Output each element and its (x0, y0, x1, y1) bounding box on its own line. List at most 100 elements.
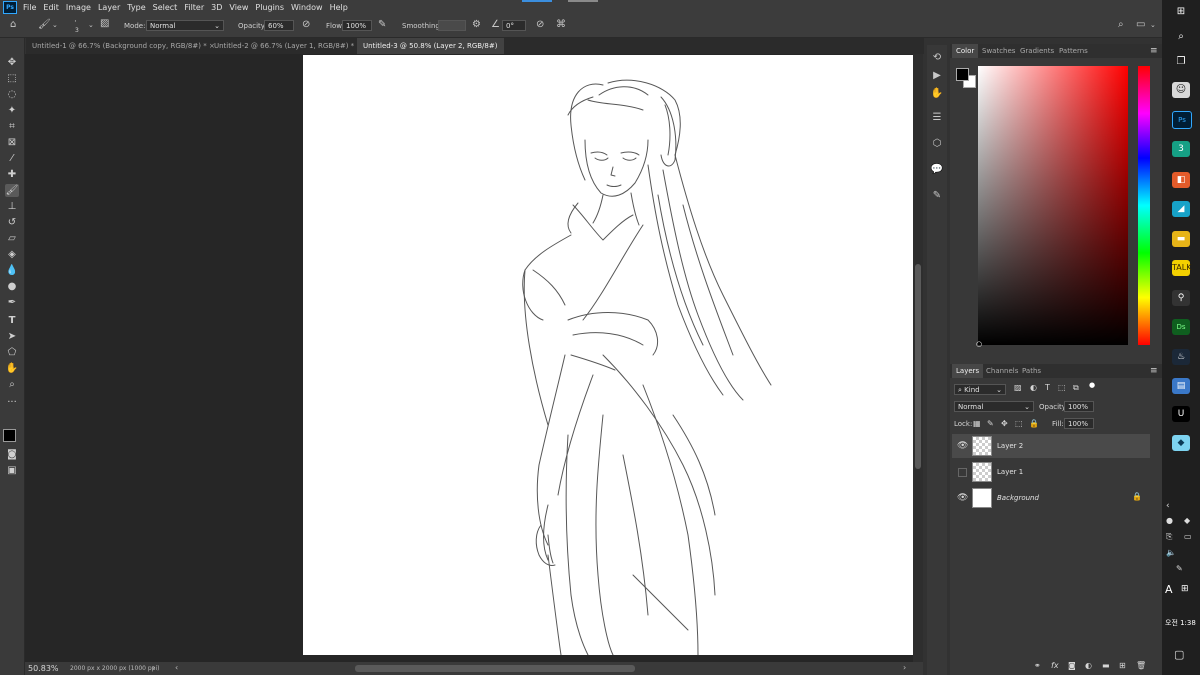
app-search-icon[interactable]: ⚲ (1172, 290, 1190, 306)
dreamweaver-icon[interactable]: Ds (1172, 319, 1190, 335)
tab-gradients[interactable]: Gradients (1016, 44, 1058, 58)
blur-tool-icon[interactable]: 💧 (5, 264, 19, 277)
file-explorer-icon[interactable]: ▬ (1172, 231, 1190, 247)
stamp-tool-icon[interactable]: ⊥ (5, 200, 19, 213)
scroll-right-icon[interactable]: › (903, 663, 906, 672)
hue-slider[interactable] (1138, 66, 1150, 345)
history-panel-icon[interactable]: ⟲ (930, 52, 944, 63)
actions-panel-icon[interactable]: ▶ (930, 70, 944, 81)
color-field[interactable] (978, 66, 1128, 345)
zoom-tool-icon[interactable]: ⌕ (5, 378, 19, 391)
crop-tool-icon[interactable]: ⌗ (5, 120, 19, 133)
tray-app-2-icon[interactable]: ◆ (1184, 516, 1190, 525)
brush-tool-icon[interactable]: 🖌 (5, 184, 19, 197)
gear-icon[interactable]: ⚙ (472, 19, 481, 31)
adjustment-layer-icon[interactable]: ◐ (1085, 661, 1092, 670)
tray-app-icon[interactable]: ● (1166, 516, 1173, 525)
fill-input[interactable]: 100% (1064, 418, 1094, 429)
filter-shape-icon[interactable]: ⬚ (1058, 383, 1066, 392)
brush-settings-panel-icon[interactable]: ✎ (930, 190, 944, 201)
menu-file[interactable]: File (23, 3, 36, 12)
keyboard-icon[interactable]: ⊞ (1181, 584, 1189, 594)
eraser-tool-icon[interactable]: ▱ (5, 232, 19, 245)
shape-tool-icon[interactable]: ⬠ (5, 346, 19, 359)
app-face-icon[interactable]: ☺ (1172, 82, 1190, 98)
filter-toggle-icon[interactable]: ● (1089, 381, 1095, 389)
office-icon[interactable]: ◧ (1172, 172, 1190, 188)
filter-pixel-icon[interactable]: ▨ (1014, 383, 1022, 392)
tab-layers[interactable]: Layers (952, 364, 984, 378)
pressure-opacity-icon[interactable]: ⊘ (302, 19, 310, 31)
home-icon[interactable]: ⌂ (10, 19, 16, 31)
zoom-level[interactable]: 50.83% (28, 664, 59, 673)
comments-panel-icon[interactable]: 💬 (930, 164, 944, 175)
menu-image[interactable]: Image (66, 3, 91, 12)
fx-icon[interactable]: fx (1051, 661, 1059, 670)
scroll-left-icon[interactable]: ‹ (175, 663, 178, 672)
document-canvas[interactable] (303, 55, 913, 655)
tray-chevron-icon[interactable]: ‹ (1166, 501, 1170, 511)
visibility-off-box[interactable] (958, 468, 967, 477)
app-paper-icon[interactable]: ◆ (1172, 435, 1190, 451)
smoothing-input[interactable] (438, 20, 466, 31)
pressure-size-icon[interactable]: ⊘ (536, 19, 544, 31)
symmetry-icon[interactable]: ⌘ (556, 19, 566, 31)
opacity-input[interactable]: 60% (264, 20, 294, 31)
lock-position-icon[interactable]: ✥ (1001, 419, 1008, 428)
pen-tray-icon[interactable]: ✎ (1176, 564, 1183, 573)
layers-panel-menu-icon[interactable]: ≡ (1150, 366, 1158, 376)
notifications-icon[interactable]: ▢ (1174, 648, 1184, 661)
chevron-down-icon[interactable]: ⌄ (52, 19, 58, 31)
tab-untitled-2[interactable]: Untitled-2 @ 66.7% (Layer 1, RGB/8#) * × (208, 38, 368, 54)
layer-filter-select[interactable]: ⌕ Kind ⌄ (954, 384, 1006, 395)
menu-select[interactable]: Select (153, 3, 178, 12)
app-3-icon[interactable]: 3 (1172, 141, 1190, 157)
magic-wand-tool-icon[interactable]: ✦ (5, 104, 19, 117)
volume-icon[interactable]: 🔈 (1166, 548, 1176, 557)
lock-artboard-icon[interactable]: ⬚ (1015, 419, 1023, 428)
ime-indicator[interactable]: A (1165, 583, 1173, 596)
tab-untitled-3[interactable]: Untitled-3 @ 50.8% (Layer 2, RGB/8#) * × (357, 38, 504, 66)
menu-window[interactable]: Window (291, 3, 323, 12)
more-tools-icon[interactable]: ··· (5, 396, 19, 409)
foreground-color-chip[interactable] (956, 68, 969, 81)
new-layer-icon[interactable]: ⊞ (1119, 661, 1126, 670)
status-menu-chevron-icon[interactable]: › (152, 663, 155, 672)
menu-plugins[interactable]: Plugins (255, 3, 284, 12)
tray-network-icon[interactable]: ⎘ (1166, 532, 1172, 542)
tab-swatches[interactable]: Swatches (978, 44, 1019, 58)
mode-select[interactable]: Normal ⌄ (146, 20, 224, 31)
eyedropper-tool-icon[interactable]: ⁄ (5, 152, 19, 165)
brush-picker-chevron-icon[interactable]: ⌄ (88, 19, 94, 31)
eye-icon[interactable]: 👁 (957, 486, 968, 510)
eye-icon[interactable]: 👁 (957, 434, 968, 458)
kakaotalk-icon[interactable]: TALK (1172, 260, 1191, 276)
clock[interactable]: 오전 1:38 (1165, 618, 1196, 628)
tab-paths[interactable]: Paths (1018, 364, 1045, 378)
delete-layer-icon[interactable]: 🗑 (1136, 661, 1146, 670)
task-view-icon[interactable]: ❐ (1172, 54, 1190, 70)
glyphs-panel-icon[interactable]: ✋ (930, 88, 944, 99)
menu-type[interactable]: Type (127, 3, 145, 12)
unreal-engine-icon[interactable]: U (1172, 406, 1190, 422)
filter-smart-object-icon[interactable]: ⧉ (1073, 383, 1079, 393)
brush-settings-icon[interactable]: ▨ (100, 18, 109, 30)
menu-help[interactable]: Help (330, 3, 348, 12)
search-icon[interactable]: ⌕ (1172, 29, 1190, 45)
filter-adjustment-icon[interactable]: ◐ (1030, 383, 1037, 392)
menu-view[interactable]: View (229, 3, 248, 12)
lock-all-icon[interactable]: 🔒 (1029, 419, 1039, 428)
app-wing-icon[interactable]: ◢ (1172, 201, 1190, 217)
quick-mask-icon[interactable]: ◙ (5, 448, 19, 461)
windows-start-icon[interactable]: ⊞ (1172, 4, 1190, 20)
move-tool-icon[interactable]: ✥ (5, 56, 19, 69)
tab-untitled-1[interactable]: Untitled-1 @ 66.7% (Background copy, RGB… (26, 38, 221, 54)
workspace-chevron-icon[interactable]: ⌄ (1150, 19, 1156, 31)
layer-row-background[interactable]: 👁 Background 🔒 (952, 486, 1150, 510)
panel-menu-icon[interactable]: ≡ (1150, 46, 1158, 56)
menu-layer[interactable]: Layer (98, 3, 120, 12)
lock-image-icon[interactable]: ✎ (987, 419, 994, 428)
menu-filter[interactable]: Filter (184, 3, 204, 12)
search-icon[interactable]: ⌕ (1118, 19, 1124, 31)
frame-tool-icon[interactable]: ⊠ (5, 136, 19, 149)
